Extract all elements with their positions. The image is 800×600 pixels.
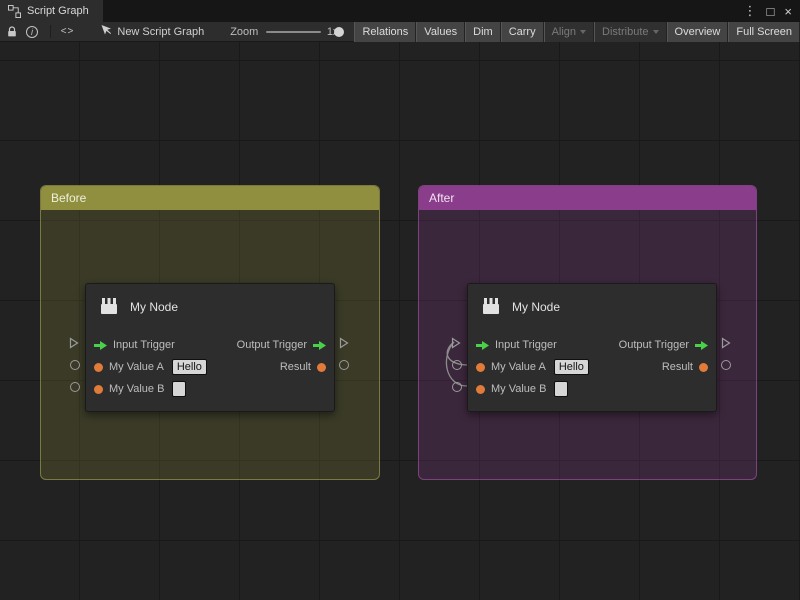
input-trigger-port[interactable] bbox=[476, 341, 489, 350]
graph-name: New Script Graph bbox=[117, 26, 204, 38]
graph-pointer-icon bbox=[100, 24, 112, 39]
port-row-value-a: My Value A Hello Result bbox=[86, 356, 334, 378]
outer-result-port-before[interactable] bbox=[339, 360, 349, 370]
script-graph-icon bbox=[8, 5, 21, 18]
group-after-label: After bbox=[429, 191, 454, 205]
port-row-value-b: My Value B bbox=[468, 378, 716, 400]
toolbar-separator bbox=[50, 25, 51, 38]
group-before-header[interactable]: Before bbox=[41, 186, 379, 210]
carry-button-label: Carry bbox=[509, 26, 536, 38]
input-trigger-port[interactable] bbox=[94, 341, 107, 350]
value-b-port[interactable] bbox=[94, 385, 103, 394]
port-row-triggers: Input Trigger Output Trigger bbox=[468, 334, 716, 356]
outer-value-b-port-after[interactable] bbox=[452, 382, 462, 392]
graph-reference[interactable]: New Script Graph bbox=[100, 24, 204, 39]
input-trigger-label: Input Trigger bbox=[495, 339, 557, 351]
tab-bar: Script Graph ⋮ □ × bbox=[0, 0, 800, 22]
outer-value-b-port-before[interactable] bbox=[70, 382, 80, 392]
window-controls: ⋮ □ × bbox=[744, 3, 800, 19]
node-icon bbox=[98, 295, 120, 320]
value-a-input[interactable]: Hello bbox=[172, 359, 207, 375]
node-title: My Node bbox=[130, 300, 178, 314]
node-header[interactable]: My Node bbox=[468, 284, 716, 330]
input-trigger-label: Input Trigger bbox=[113, 339, 175, 351]
port-row-triggers: Input Trigger Output Trigger bbox=[86, 334, 334, 356]
output-trigger-port[interactable] bbox=[313, 341, 326, 350]
align-button-label: Align bbox=[552, 26, 576, 38]
zoom-label: Zoom bbox=[230, 26, 258, 38]
info-icon[interactable] bbox=[26, 24, 38, 40]
output-trigger-port[interactable] bbox=[695, 341, 708, 350]
outer-value-a-port-after[interactable] bbox=[452, 360, 462, 370]
toolbar-buttons: Relations Values Dim Carry Align Distrib… bbox=[354, 22, 800, 42]
value-a-label: My Value A bbox=[491, 361, 546, 373]
values-button-label: Values bbox=[424, 26, 457, 38]
chevron-down-icon bbox=[580, 30, 586, 34]
graph-toolbar: New Script Graph Zoom 1x Relations Value… bbox=[0, 22, 800, 42]
result-label: Result bbox=[280, 361, 311, 373]
node-title: My Node bbox=[512, 300, 560, 314]
node-rows: Input Trigger Output Trigger My Value A … bbox=[468, 334, 716, 400]
graph-canvas[interactable]: Before After My Node bbox=[0, 42, 800, 600]
value-a-port[interactable] bbox=[94, 363, 103, 372]
value-b-port[interactable] bbox=[476, 385, 485, 394]
zoom-slider-track bbox=[266, 31, 321, 33]
full-screen-button-label: Full Screen bbox=[736, 26, 792, 38]
menu-icon[interactable]: ⋮ bbox=[744, 3, 757, 19]
relations-button[interactable]: Relations bbox=[354, 22, 416, 42]
overview-button[interactable]: Overview bbox=[667, 22, 729, 42]
dim-button[interactable]: Dim bbox=[465, 22, 501, 42]
value-b-input[interactable] bbox=[554, 381, 568, 397]
node-icon bbox=[480, 295, 502, 320]
value-b-label: My Value B bbox=[109, 383, 164, 395]
chevron-down-icon bbox=[653, 30, 659, 34]
restore-icon[interactable]: □ bbox=[767, 4, 775, 19]
full-screen-button[interactable]: Full Screen bbox=[728, 22, 800, 42]
overview-button-label: Overview bbox=[675, 26, 721, 38]
tab-title: Script Graph bbox=[27, 5, 89, 17]
port-row-value-b: My Value B bbox=[86, 378, 334, 400]
output-trigger-label: Output Trigger bbox=[237, 339, 307, 351]
node-my-node-after[interactable]: My Node Input Trigger Output Trigger My … bbox=[467, 283, 717, 412]
value-a-input[interactable]: Hello bbox=[554, 359, 589, 375]
code-icon[interactable] bbox=[61, 24, 75, 40]
node-header[interactable]: My Node bbox=[86, 284, 334, 330]
script-graph-window: Script Graph ⋮ □ × New Script Graph Zoom… bbox=[0, 0, 800, 600]
group-before-label: Before bbox=[51, 191, 86, 205]
result-port[interactable] bbox=[699, 363, 708, 372]
outer-input-trigger-port-before[interactable] bbox=[69, 337, 79, 352]
distribute-button[interactable]: Distribute bbox=[594, 22, 666, 42]
zoom-slider-knob[interactable] bbox=[334, 27, 344, 37]
node-rows: Input Trigger Output Trigger My Value A … bbox=[86, 334, 334, 400]
values-button[interactable]: Values bbox=[416, 22, 465, 42]
relations-button-label: Relations bbox=[362, 26, 408, 38]
carry-button[interactable]: Carry bbox=[501, 22, 544, 42]
lock-icon[interactable] bbox=[6, 24, 18, 40]
node-my-node-before[interactable]: My Node Input Trigger Output Trigger My … bbox=[85, 283, 335, 412]
outer-output-trigger-port-before[interactable] bbox=[339, 337, 349, 352]
group-after-header[interactable]: After bbox=[419, 186, 756, 210]
distribute-button-label: Distribute bbox=[602, 26, 648, 38]
zoom-slider[interactable] bbox=[266, 26, 321, 38]
outer-value-a-port-before[interactable] bbox=[70, 360, 80, 370]
outer-input-trigger-port-after[interactable] bbox=[451, 337, 461, 352]
tab-script-graph[interactable]: Script Graph bbox=[0, 0, 103, 22]
result-label: Result bbox=[662, 361, 693, 373]
output-trigger-label: Output Trigger bbox=[619, 339, 689, 351]
align-button[interactable]: Align bbox=[544, 22, 594, 42]
value-b-input[interactable] bbox=[172, 381, 186, 397]
outer-result-port-after[interactable] bbox=[721, 360, 731, 370]
dim-button-label: Dim bbox=[473, 26, 493, 38]
value-b-label: My Value B bbox=[491, 383, 546, 395]
outer-output-trigger-port-after[interactable] bbox=[721, 337, 731, 352]
value-a-port[interactable] bbox=[476, 363, 485, 372]
close-icon[interactable]: × bbox=[784, 4, 792, 19]
port-row-value-a: My Value A Hello Result bbox=[468, 356, 716, 378]
value-a-label: My Value A bbox=[109, 361, 164, 373]
result-port[interactable] bbox=[317, 363, 326, 372]
